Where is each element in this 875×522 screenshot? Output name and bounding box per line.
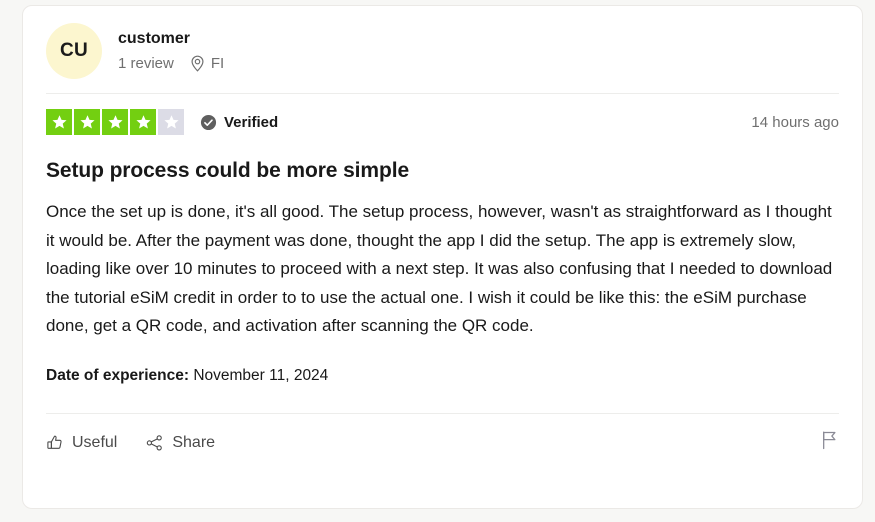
star-2-filled	[74, 109, 100, 135]
check-circle-icon	[200, 114, 217, 131]
star-rating	[46, 109, 184, 135]
consumer-name[interactable]: customer	[118, 29, 224, 49]
flag-icon	[820, 430, 839, 455]
map-pin-icon	[190, 55, 205, 72]
thumbs-up-icon	[46, 434, 64, 452]
star-4-filled	[130, 109, 156, 135]
consumer-meta: 1 review FI	[118, 54, 224, 73]
star-5-empty	[158, 109, 184, 135]
useful-label: Useful	[72, 433, 118, 451]
share-nodes-icon	[145, 434, 164, 452]
rating-row: Verified 14 hours ago	[46, 94, 839, 150]
review-body: Once the set up is done, it's all good. …	[46, 202, 833, 335]
review-title[interactable]: Setup process could be more simple	[46, 158, 839, 184]
review-timestamp: 14 hours ago	[751, 113, 839, 131]
useful-button[interactable]: Useful	[46, 434, 117, 452]
share-label: Share	[172, 433, 216, 451]
verified-badge: Verified	[200, 114, 278, 131]
date-of-experience-value: November 11, 2024	[193, 366, 329, 384]
consumer-header: CU customer 1 review FI	[46, 6, 839, 93]
report-button[interactable]	[820, 430, 839, 455]
star-3-filled	[102, 109, 128, 135]
review-card: CU customer 1 review FI Verified 14 hour…	[22, 5, 863, 509]
date-of-experience: Date of experience: November 11, 2024	[46, 366, 839, 386]
verified-label: Verified	[224, 113, 279, 131]
consumer-info: customer 1 review FI	[118, 29, 224, 73]
share-button[interactable]: Share	[145, 434, 215, 452]
star-1-filled	[46, 109, 72, 135]
consumer-location: FI	[190, 54, 224, 73]
review-count: 1 review	[118, 55, 174, 72]
avatar-initials: CU	[59, 40, 89, 61]
review-actions: Useful Share	[46, 414, 839, 472]
location-code: FI	[210, 55, 225, 72]
date-of-experience-label: Date of experience:	[46, 366, 189, 384]
avatar[interactable]: CU	[46, 23, 102, 79]
